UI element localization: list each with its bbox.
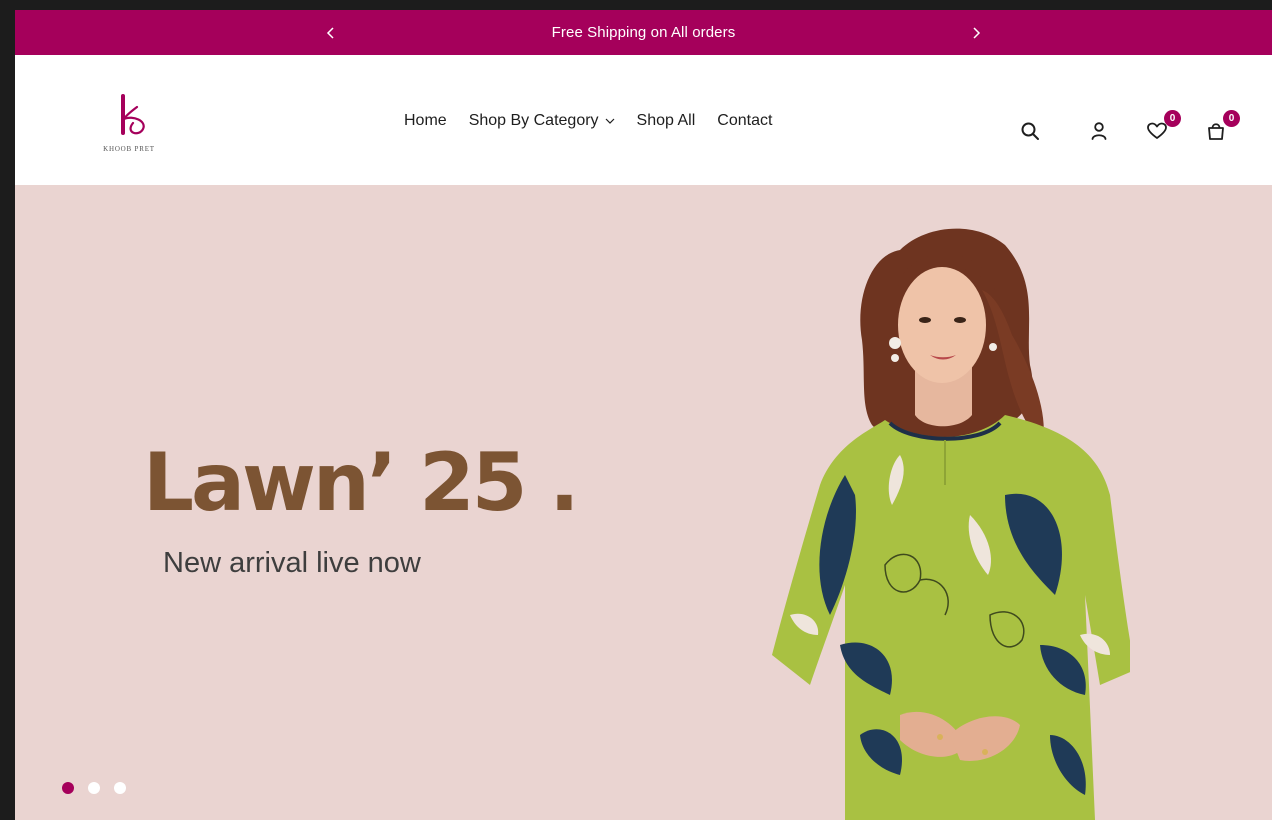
search-button[interactable] (1016, 117, 1044, 145)
hero-model-image (750, 215, 1135, 820)
brand-name: KHOOB PRET (103, 145, 155, 153)
chevron-left-icon (326, 26, 334, 39)
announcement-prev-button[interactable] (316, 10, 346, 55)
model-illustration (772, 228, 1135, 820)
nav-shop-by-category-label: Shop By Category (468, 112, 599, 129)
hero-slider-dots (62, 782, 126, 794)
main-nav: Home Shop By Category Shop All Contact (404, 112, 772, 130)
nav-home-label: Home (404, 112, 447, 129)
wishlist-button[interactable]: 0 (1143, 110, 1181, 145)
announcement-next-button[interactable] (961, 10, 991, 55)
hero-title: Lawn’ 25 . (143, 436, 580, 529)
nav-home[interactable]: Home (404, 112, 447, 130)
account-button[interactable] (1085, 117, 1113, 145)
cart-button[interactable]: 0 (1202, 110, 1240, 145)
site-header: KHOOB PRET Home Shop By Category Shop Al… (15, 55, 1272, 185)
page-frame: Free Shipping on All orders KHOOB PRET H… (15, 10, 1272, 820)
announcement-text: Free Shipping on All orders (551, 24, 736, 41)
logo-mark-icon (121, 94, 145, 135)
cart-count-badge: 0 (1223, 110, 1240, 127)
chevron-down-icon (605, 118, 614, 124)
nav-shop-by-category[interactable]: Shop By Category (469, 112, 615, 130)
nav-contact-label: Contact (717, 112, 773, 129)
search-icon (1021, 122, 1039, 140)
nav-shop-all-label: Shop All (636, 112, 696, 129)
nav-shop-all[interactable]: Shop All (637, 112, 696, 130)
slider-dot-2[interactable] (88, 782, 100, 794)
user-icon (1091, 122, 1107, 140)
chevron-right-icon (973, 26, 981, 39)
wishlist-count-badge: 0 (1164, 110, 1181, 127)
hero-banner[interactable]: Lawn’ 25 . New arrival live now (15, 185, 1272, 820)
slider-dot-3[interactable] (114, 782, 126, 794)
nav-contact[interactable]: Contact (717, 112, 772, 130)
slider-dot-1[interactable] (62, 782, 74, 794)
announcement-bar: Free Shipping on All orders (15, 10, 1272, 55)
hero-subtitle: New arrival live now (163, 547, 421, 579)
brand-logo[interactable]: KHOOB PRET (93, 93, 165, 159)
